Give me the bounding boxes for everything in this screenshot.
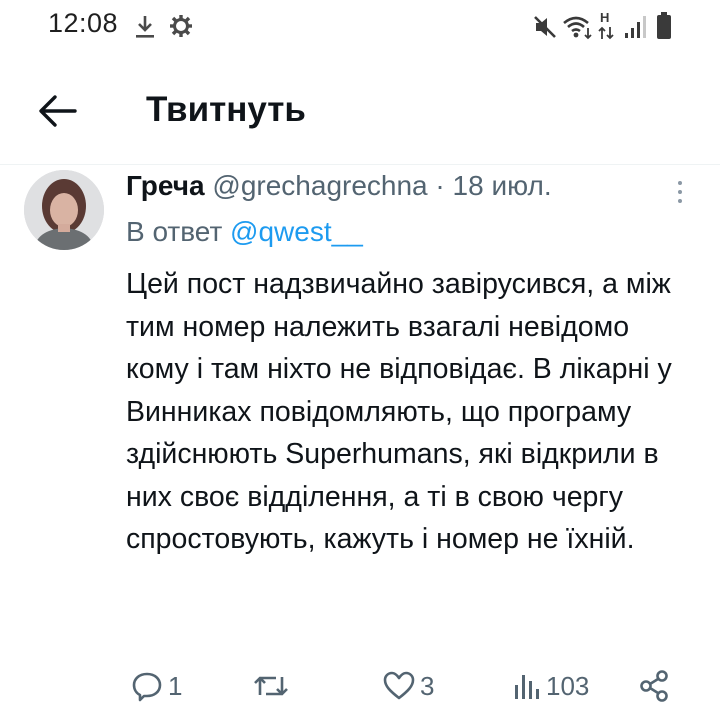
battery-icon <box>656 12 672 45</box>
reply-context: В ответ @qwest__ <box>126 216 363 248</box>
like-button[interactable]: 3 <box>382 664 434 708</box>
download-icon <box>134 14 156 45</box>
author-handle[interactable]: @grechagrechna <box>212 170 427 201</box>
views-count: 103 <box>546 670 590 701</box>
reply-button[interactable]: 1 <box>130 664 182 708</box>
settings-gear-icon <box>168 13 194 44</box>
views-icon <box>512 669 542 703</box>
back-button[interactable] <box>30 86 84 140</box>
meta-separator: · <box>435 170 445 201</box>
tweet-header: Твитнуть <box>0 56 720 165</box>
mute-icon <box>532 14 558 45</box>
wifi-icon <box>562 14 594 45</box>
retweet-icon <box>252 669 290 703</box>
status-bar: 12:08 H <box>0 0 720 56</box>
retweet-button[interactable] <box>252 664 294 708</box>
dot <box>678 199 682 203</box>
like-count: 3 <box>420 670 435 701</box>
avatar[interactable] <box>24 170 104 250</box>
dot <box>678 190 682 194</box>
views-button[interactable]: 103 <box>512 664 589 708</box>
tweet-meta: Греча @grechagrechna · 18 июл. <box>126 170 552 202</box>
arrow-left-icon <box>37 94 77 133</box>
network-type-label: H <box>600 10 610 25</box>
author-name[interactable]: Греча <box>126 170 205 201</box>
reply-prefix: В ответ <box>126 216 223 247</box>
like-icon <box>382 669 416 703</box>
more-options-button[interactable] <box>666 172 694 212</box>
reply-count: 1 <box>168 670 183 701</box>
data-arrows-icon <box>598 25 614 46</box>
tweet-actions: 1 3 103 <box>0 664 720 708</box>
share-icon <box>638 669 670 703</box>
reply-icon <box>130 669 164 703</box>
signal-icon <box>624 14 646 45</box>
dot <box>678 181 682 185</box>
share-button[interactable] <box>638 664 670 708</box>
tweet-text: Цей пост надзвичайно завірусився, а між … <box>126 268 672 555</box>
page-title: Твитнуть <box>146 90 306 129</box>
status-time: 12:08 <box>48 8 119 38</box>
reply-mention-link[interactable]: @qwest__ <box>230 216 363 247</box>
tweet-date[interactable]: 18 июл. <box>453 170 552 201</box>
